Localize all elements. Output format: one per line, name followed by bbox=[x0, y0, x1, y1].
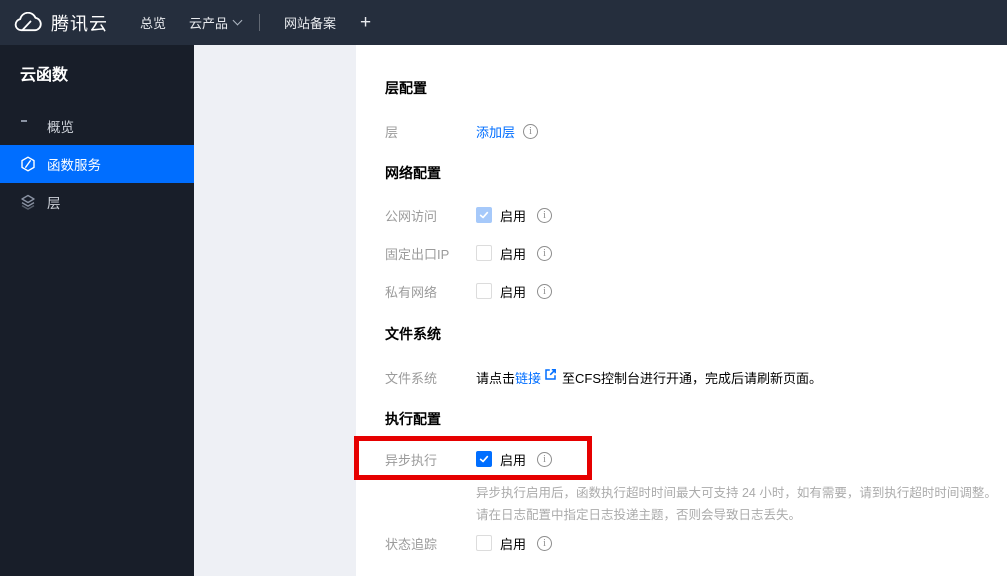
enable-label: 启用 bbox=[500, 208, 527, 224]
async-help-line1: 异步执行启用后，函数执行超时时间最大可支持 24 小时，如有需要，请到执行超时时… bbox=[476, 486, 997, 500]
nav-overview[interactable]: 总览 bbox=[140, 0, 166, 45]
check-icon bbox=[479, 455, 489, 463]
private-network-row: 私有网络 启用 i bbox=[385, 282, 553, 300]
section-header-network-config: 网络配置 bbox=[385, 165, 441, 181]
file-system-hint-before: 请点击 bbox=[476, 370, 516, 386]
layers-icon bbox=[20, 194, 36, 210]
async-execution-label: 异步执行 bbox=[385, 452, 438, 468]
public-network-checkbox[interactable] bbox=[476, 207, 492, 223]
layer-row-label: 层 bbox=[385, 124, 399, 140]
async-execution-help: 异步执行启用后，函数执行超时时间最大可支持 24 小时，如有需要，请到执行超时时… bbox=[476, 482, 997, 526]
fixed-ip-label: 固定出口IP bbox=[385, 246, 450, 262]
secondary-panel bbox=[194, 45, 356, 576]
layer-row: 层 添加层 i bbox=[385, 122, 539, 141]
settings-content: 层配置 层 添加层 i 网络配置 公网访问 启用 i 固定出口IP 启用 i 私… bbox=[356, 45, 1007, 576]
public-network-label: 公网访问 bbox=[385, 208, 438, 224]
private-network-checkbox[interactable] bbox=[476, 283, 492, 299]
sidebar-item-overview[interactable]: 概览 bbox=[0, 107, 194, 145]
nav-cloud-products-label: 云产品 bbox=[189, 16, 229, 31]
fixed-ip-checkbox[interactable] bbox=[476, 245, 492, 261]
chevron-down-icon bbox=[232, 15, 243, 26]
status-tracking-checkbox[interactable] bbox=[476, 535, 492, 551]
info-icon[interactable]: i bbox=[537, 207, 553, 223]
sidebar-title: 云函数 bbox=[20, 67, 69, 84]
plus-icon: + bbox=[360, 11, 372, 33]
enable-label: 启用 bbox=[500, 452, 527, 468]
file-system-label: 文件系统 bbox=[385, 370, 438, 386]
section-header-layer-config: 层配置 bbox=[385, 80, 427, 96]
sidebar-item-label: 概览 bbox=[47, 120, 74, 135]
async-execution-row: 异步执行 启用 i bbox=[385, 450, 553, 468]
top-navbar: 腾讯云 总览 云产品 网站备案 + bbox=[0, 0, 1007, 45]
brand-name: 腾讯云 bbox=[51, 13, 108, 34]
sidebar-item-function-service[interactable]: 函数服务 bbox=[0, 145, 194, 183]
file-system-hint-after: 至CFS控制台进行开通，完成后请刷新页面。 bbox=[562, 370, 823, 386]
tencent-cloud-console: { "topbar": { "brand": "腾讯云", "nav": [ {… bbox=[0, 0, 1007, 576]
status-tracking-label: 状态追踪 bbox=[385, 536, 438, 552]
info-icon[interactable]: i bbox=[537, 535, 553, 551]
check-icon bbox=[479, 211, 489, 219]
section-header-execution-config: 执行配置 bbox=[385, 411, 441, 427]
tencent-cloud-logo-icon bbox=[14, 11, 42, 31]
info-icon[interactable]: i bbox=[523, 123, 539, 139]
nav-icp-filing[interactable]: 网站备案 bbox=[284, 0, 336, 45]
sidebar-item-label: 函数服务 bbox=[47, 158, 101, 173]
sidebar-item-label: 层 bbox=[47, 196, 61, 211]
async-help-line2: 请在日志配置中指定日志投递主题，否则会导致日志丢失。 bbox=[476, 508, 802, 522]
cfs-console-link[interactable]: 链接 bbox=[515, 368, 541, 387]
function-hexagon-icon bbox=[20, 156, 36, 172]
sidebar-menu: 概览 函数服务 层 bbox=[0, 107, 194, 221]
public-network-row: 公网访问 启用 i bbox=[385, 206, 553, 224]
enable-label: 启用 bbox=[500, 536, 527, 552]
add-nav-button[interactable]: + bbox=[360, 0, 371, 45]
enable-label: 启用 bbox=[500, 284, 527, 300]
info-icon[interactable]: i bbox=[537, 245, 553, 261]
file-system-row: 文件系统 请点击 链接 至CFS控制台进行开通，完成后请刷新页面。 bbox=[385, 368, 822, 386]
info-icon[interactable]: i bbox=[537, 451, 553, 467]
info-icon[interactable]: i bbox=[537, 283, 553, 299]
add-layer-link[interactable]: 添加层 bbox=[476, 122, 515, 141]
nav-overview-label: 总览 bbox=[140, 16, 167, 31]
sidebar-item-layers[interactable]: 层 bbox=[0, 183, 194, 221]
nav-cloud-products[interactable]: 云产品 bbox=[189, 0, 243, 45]
external-link-icon bbox=[544, 368, 557, 386]
brand[interactable]: 腾讯云 bbox=[13, 0, 108, 45]
status-tracking-row: 状态追踪 启用 i bbox=[385, 534, 553, 552]
sidebar: 云函数 概览 函数服务 层 bbox=[0, 45, 194, 576]
private-network-label: 私有网络 bbox=[385, 284, 438, 300]
nav-divider bbox=[259, 14, 260, 31]
grid-icon bbox=[20, 118, 36, 134]
fixed-ip-row: 固定出口IP 启用 i bbox=[385, 244, 553, 262]
nav-icp-filing-label: 网站备案 bbox=[284, 16, 337, 31]
async-execution-checkbox[interactable] bbox=[476, 451, 492, 467]
section-header-file-system: 文件系统 bbox=[385, 326, 441, 342]
enable-label: 启用 bbox=[500, 246, 527, 262]
